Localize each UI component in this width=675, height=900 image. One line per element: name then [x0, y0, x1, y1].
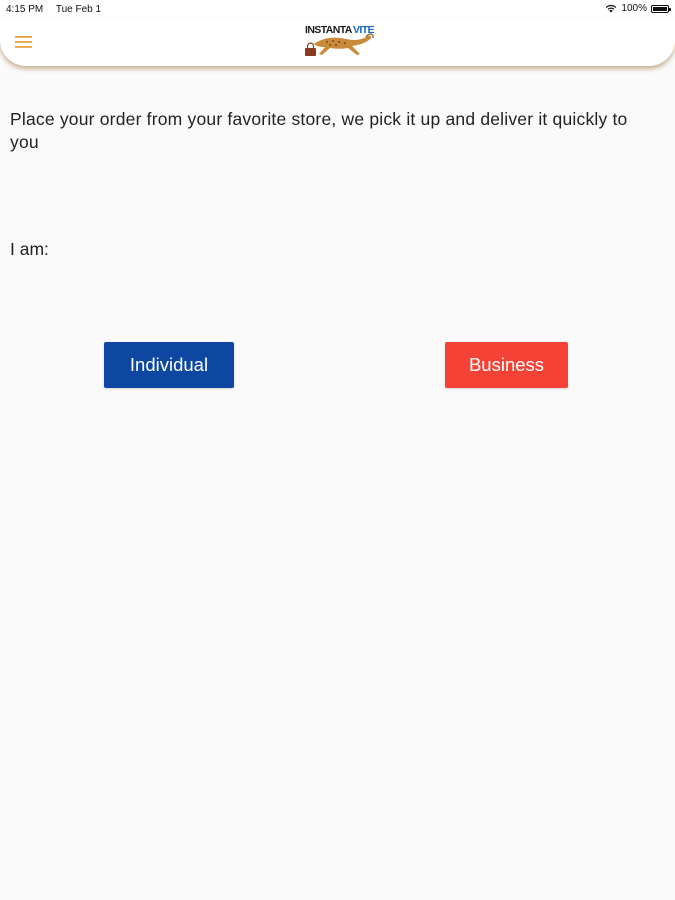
- logo-text-left: INSTANTA: [305, 24, 353, 36]
- status-left: 4:15 PM Tue Feb 1: [6, 4, 111, 15]
- status-right: 100%: [605, 3, 671, 14]
- individual-button[interactable]: Individual: [104, 342, 234, 388]
- menu-button[interactable]: [15, 35, 33, 49]
- iam-label: I am:: [10, 239, 49, 259]
- status-time: 4:15 PM: [6, 4, 44, 15]
- app-header: INSTANTA VITE: [0, 18, 675, 66]
- hamburger-menu-icon: [15, 36, 32, 48]
- app-logo: INSTANTA VITE: [302, 20, 376, 64]
- battery-fill: [653, 6, 667, 11]
- status-bar: 4:15 PM Tue Feb 1 100%: [0, 0, 675, 18]
- wifi-icon: [606, 4, 617, 13]
- battery-percent: 100%: [621, 3, 647, 14]
- tagline-text: Place your order from your favorite stor…: [10, 109, 628, 152]
- business-button[interactable]: Business: [445, 342, 568, 388]
- battery-icon: [651, 4, 671, 13]
- status-date: Tue Feb 1: [55, 4, 102, 15]
